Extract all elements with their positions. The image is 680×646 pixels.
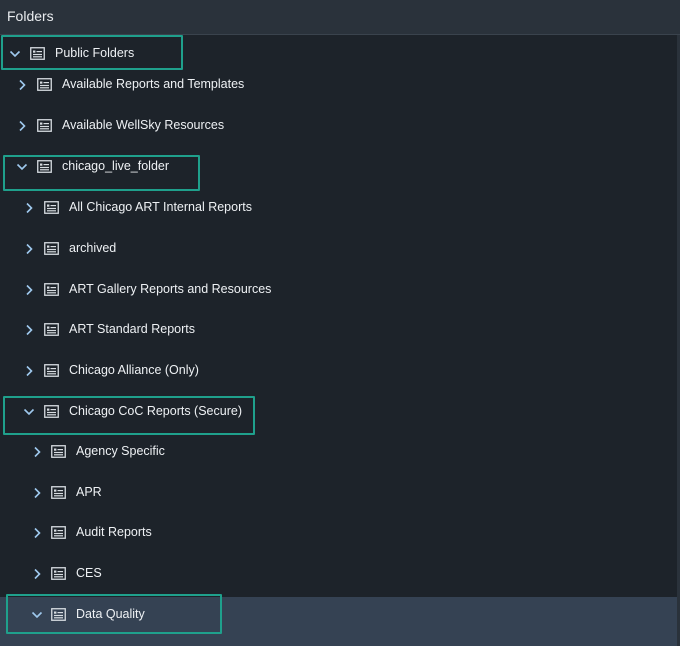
- chevron-right-icon[interactable]: [22, 364, 36, 378]
- panel-title: Folders: [7, 8, 54, 24]
- tree-item-chicago-live-folder[interactable]: chicago_live_folder: [0, 148, 677, 188]
- chevron-right-icon[interactable]: [15, 119, 29, 133]
- tree-item-art-gallery-reports-and-resources[interactable]: ART Gallery Reports and Resources: [0, 271, 677, 311]
- chevron-right-icon[interactable]: [22, 283, 36, 297]
- tree-item-ces[interactable]: CES: [0, 555, 677, 595]
- tree-item-label: Agency Specific: [76, 444, 165, 458]
- folder-icon: [44, 323, 59, 336]
- folder-icon: [30, 47, 45, 60]
- folder-icon: [51, 445, 66, 458]
- tree-item-label: chicago_live_folder: [62, 159, 170, 173]
- chevron-right-icon[interactable]: [30, 567, 44, 581]
- tree-item-chicago-alliance-only[interactable]: Chicago Alliance (Only): [0, 352, 677, 392]
- chevron-right-icon[interactable]: [15, 78, 29, 92]
- folder-icon: [51, 567, 66, 580]
- tree-item-label: Available Reports and Templates: [62, 77, 245, 91]
- folder-icon: [44, 201, 59, 214]
- tree-item-label: Data Quality: [76, 607, 145, 621]
- tree-item-label: All Chicago ART Internal Reports: [69, 200, 252, 214]
- folder-icon: [44, 242, 59, 255]
- folder-icon: [37, 78, 52, 91]
- tree-item-data-quality[interactable]: Data Quality: [0, 597, 677, 646]
- tree-item-label: ART Standard Reports: [69, 322, 195, 336]
- tree-item-label: Public Folders: [55, 46, 135, 60]
- tree-item-label: Available WellSky Resources: [62, 118, 225, 132]
- tree-item-audit-reports[interactable]: Audit Reports: [0, 514, 677, 554]
- folders-panel: Folders Public Folders Available Reports…: [0, 0, 680, 646]
- chevron-down-icon[interactable]: [15, 160, 29, 174]
- panel-header: Folders: [0, 0, 680, 35]
- folder-icon: [51, 608, 66, 621]
- tree-item-all-chicago-art-internal-reports[interactable]: All Chicago ART Internal Reports: [0, 189, 677, 229]
- chevron-down-icon[interactable]: [8, 47, 22, 61]
- tree-item-label: Chicago CoC Reports (Secure): [69, 404, 242, 418]
- chevron-down-icon[interactable]: [30, 608, 44, 622]
- folder-icon: [51, 526, 66, 539]
- chevron-right-icon[interactable]: [22, 201, 36, 215]
- folder-icon: [44, 283, 59, 296]
- folder-icon: [37, 119, 52, 132]
- folder-icon: [44, 364, 59, 377]
- folder-icon: [37, 160, 52, 173]
- tree-item-label: APR: [76, 485, 102, 499]
- chevron-right-icon[interactable]: [30, 526, 44, 540]
- chevron-right-icon[interactable]: [22, 323, 36, 337]
- tree-item-apr[interactable]: APR: [0, 474, 677, 514]
- chevron-down-icon[interactable]: [22, 405, 36, 419]
- tree-item-label: CES: [76, 566, 102, 580]
- tree-item-chicago-coc-reports-secure[interactable]: Chicago CoC Reports (Secure): [0, 393, 677, 433]
- tree-item-label: Audit Reports: [76, 525, 152, 539]
- tree-item-label: Chicago Alliance (Only): [69, 363, 199, 377]
- tree-item-label: archived: [69, 241, 117, 255]
- tree-item-available-wellsky-resources[interactable]: Available WellSky Resources: [0, 107, 677, 147]
- chevron-right-icon[interactable]: [30, 486, 44, 500]
- folder-icon: [44, 405, 59, 418]
- folder-icon: [51, 486, 66, 499]
- tree-item-available-reports-and-templates[interactable]: Available Reports and Templates: [0, 66, 677, 106]
- tree-item-label: ART Gallery Reports and Resources: [69, 282, 272, 296]
- tree-item-agency-specific[interactable]: Agency Specific: [0, 433, 677, 473]
- tree-item-archived[interactable]: archived: [0, 230, 677, 270]
- chevron-right-icon[interactable]: [22, 242, 36, 256]
- chevron-right-icon[interactable]: [30, 445, 44, 459]
- tree-item-art-standard-reports[interactable]: ART Standard Reports: [0, 311, 677, 351]
